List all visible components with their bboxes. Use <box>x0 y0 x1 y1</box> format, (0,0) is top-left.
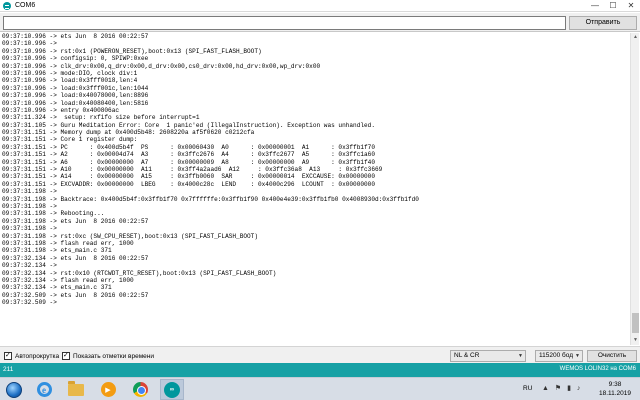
chevron-down-icon: ▼ <box>518 353 523 359</box>
clock-date: 18.11.2019 <box>598 390 632 397</box>
serial-output-line: 09:37:31.105 -> Guru Meditation Error: C… <box>2 121 375 129</box>
serial-output-line: 09:37:31.151 -> A2 : 0x00004d74 A3 : 0x3… <box>2 151 375 159</box>
serial-output-line: 09:37:10.996 -> entry 0x400806ac <box>2 106 120 114</box>
serial-output-line: 09:37:10.996 -> clk_drv:0x00,q_drv:0x00,… <box>2 62 321 70</box>
serial-output-line: 09:37:32.134 -> flash read err, 1000 <box>2 276 134 284</box>
line-number: 211 <box>3 366 14 373</box>
windows-start-icon <box>6 381 22 398</box>
internet-explorer-icon: e <box>36 382 52 397</box>
clock-time: 9:38 <box>608 381 622 388</box>
taskbar-internet-explorer[interactable]: e <box>32 379 56 400</box>
taskbar-chrome[interactable] <box>128 379 152 400</box>
serial-output-line: 09:37:32.509 -> <box>2 299 61 307</box>
serial-output-line: 09:37:31.151 -> Memory dump at 0x400d5b4… <box>2 129 255 137</box>
vertical-scrollbar[interactable]: ▲ ▼ <box>630 33 639 345</box>
ide-status-bar: 211 WEMOS LOLIN32 на COM6 <box>0 363 640 377</box>
serial-output-line: 09:37:32.134 -> rst:0x10 (RTCWDT_RTC_RES… <box>2 269 277 277</box>
serial-output-line: 09:37:31.198 -> <box>2 225 61 233</box>
serial-output-line: 09:37:10.996 -> <box>2 40 61 48</box>
serial-output-line: 09:37:10.996 -> load:0x3fff001c,len:1044 <box>2 84 149 92</box>
serial-output-line: 09:37:31.151 -> A6 : 0x00000000 A7 : 0x0… <box>2 158 375 166</box>
serial-output-line: 09:37:10.996 -> load:0x3fff0018,len:4 <box>2 77 138 85</box>
taskbar-clock[interactable]: 9:38 18.11.2019 <box>595 380 635 398</box>
show-timestamps-checkbox[interactable]: Показать отметки времени <box>62 351 154 361</box>
baud-rate-value: 115200 бод <box>539 352 574 359</box>
scroll-up-arrow-icon[interactable]: ▲ <box>631 33 640 42</box>
line-ending-value: NL & CR <box>454 352 480 359</box>
serial-output-line: 09:37:31.151 -> A14 : 0x00000000 A15 : 0… <box>2 173 375 181</box>
autoscroll-checkbox[interactable]: Автопрокрутка <box>4 351 59 361</box>
close-icon[interactable]: ✕ <box>622 0 640 11</box>
serial-output-line: 09:37:31.151 -> A10 : 0x00000000 A11 : 0… <box>2 166 383 174</box>
serial-output-line: 09:37:10.996 -> rst:0x1 (POWERON_RESET),… <box>2 47 262 55</box>
taskbar-arduino[interactable]: ∞ <box>160 379 184 400</box>
serial-send-input[interactable] <box>3 16 566 30</box>
serial-output-line: 09:37:31.198 -> Backtrace: 0x400d5b4f:0x… <box>2 195 419 203</box>
serial-output-line: 09:37:10.996 -> load:0x40078000,len:8896 <box>2 92 149 100</box>
serial-output-line: 09:37:32.134 -> <box>2 262 61 270</box>
clear-output-button[interactable]: Очистить вывод <box>587 350 637 369</box>
serial-output-line: 09:37:31.198 -> rst:0xc (SW_CPU_RESET),b… <box>2 232 258 240</box>
serial-output-line: 09:37:31.198 -> ets Jun 8 2016 00:22:57 <box>2 217 149 225</box>
line-ending-select[interactable]: NL & CR ▼ <box>450 350 526 362</box>
serial-output-line: 09:37:31.198 -> flash read err, 1000 <box>2 239 134 247</box>
autoscroll-label: Автопрокрутка <box>15 352 60 360</box>
serial-output-line: 09:37:32.509 -> ets Jun 8 2016 00:22:57 <box>2 291 149 299</box>
serial-output-line: 09:37:31.198 -> Rebooting... <box>2 210 105 218</box>
serial-output-line: 09:37:31.151 -> PC : 0x400d5b4f PS : 0x0… <box>2 143 375 151</box>
arduino-icon: ∞ <box>164 381 180 398</box>
serial-output-area[interactable]: 09:37:10.996 -> ets Jun 8 2016 00:22:57 0… <box>2 33 629 345</box>
chevron-down-icon: ▼ <box>575 353 580 359</box>
arduino-app-icon <box>3 2 11 10</box>
send-toolbar: Отправить <box>0 13 640 32</box>
start-button[interactable] <box>2 379 26 400</box>
scroll-down-arrow-icon[interactable]: ▼ <box>631 336 640 345</box>
show-timestamps-label: Показать отметки времени <box>73 352 154 360</box>
maximize-icon[interactable]: ☐ <box>604 0 622 11</box>
board-port-label: WEMOS LOLIN32 на COM6 <box>559 366 636 372</box>
serial-output-line: 09:37:31.198 -> <box>2 188 61 196</box>
serial-monitor-controls: Автопрокрутка Показать отметки времени N… <box>0 346 640 369</box>
scroll-thumb[interactable] <box>632 313 639 333</box>
serial-output-line: 09:37:32.134 -> ets Jun 8 2016 00:22:57 <box>2 254 149 262</box>
checkbox-checked-icon[interactable] <box>4 351 12 360</box>
window-titlebar: COM6 — ☐ ✕ <box>0 0 640 12</box>
taskbar-media-player[interactable]: ▶ <box>96 379 120 400</box>
folder-icon <box>68 380 84 396</box>
serial-output-line: 09:37:31.151 -> EXCVADDR: 0x00000000 LBE… <box>2 180 375 188</box>
window-title: COM6 <box>15 2 36 9</box>
serial-output-line: 09:37:31.151 -> Core 1 register dump: <box>2 136 138 144</box>
minimize-icon[interactable]: — <box>586 0 604 11</box>
serial-output-line: 09:37:10.996 -> mode:DIO, clock div:1 <box>2 69 138 77</box>
baud-rate-select[interactable]: 115200 бод ▼ <box>535 350 583 362</box>
serial-output-line: 09:37:31.198 -> ets_main.c 371 <box>2 247 112 255</box>
send-button[interactable]: Отправить <box>569 16 637 30</box>
input-language[interactable]: RU <box>523 385 532 392</box>
media-player-icon: ▶ <box>100 382 116 397</box>
taskbar-explorer[interactable] <box>64 379 88 400</box>
system-tray-icons[interactable]: ▲ ⚑ ▮ ♪ <box>542 384 582 392</box>
serial-output-line: 09:37:31.198 -> <box>2 202 61 210</box>
windows-taskbar: e ▶ ∞ RU ▲ ⚑ ▮ ♪ 9:38 18.11.2019 <box>0 377 640 400</box>
serial-output-line: 09:37:10.996 -> load:0x40080400,len:5816 <box>2 99 149 107</box>
serial-output-line: 09:37:11.324 -> setup: rxfifo size befor… <box>2 114 200 122</box>
chrome-icon <box>132 382 148 397</box>
serial-output-line: 09:37:10.996 -> ets Jun 8 2016 00:22:57 <box>2 33 149 40</box>
serial-output-line: 09:37:10.996 -> configsip: 0, SPIWP:0xee <box>2 55 149 63</box>
serial-output-line: 09:37:32.134 -> ets_main.c 371 <box>2 284 112 292</box>
checkbox-checked-icon[interactable] <box>62 351 70 360</box>
